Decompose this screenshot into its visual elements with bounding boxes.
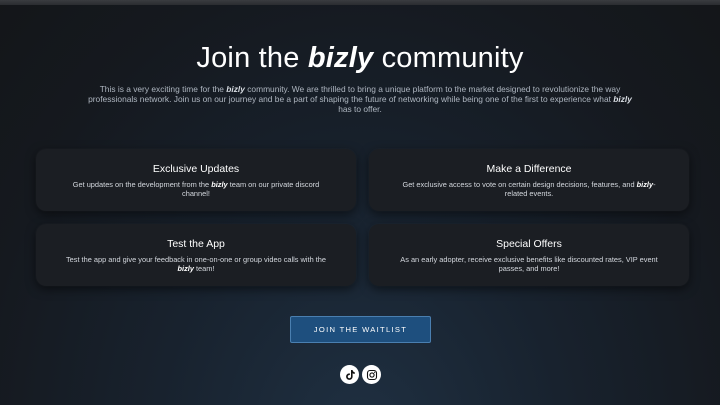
card-title: Make a Difference [486,163,572,175]
card-description: Get updates on the development from the … [72,180,320,198]
intro-paragraph: This is a very exciting time for the biz… [88,84,632,114]
card-title: Test the App [167,238,225,250]
title-text-before: Join the [196,42,300,74]
benefit-card-make-a-difference: Make a Difference Get exclusive access t… [369,149,689,211]
card-title: Exclusive Updates [152,163,240,175]
tiktok-link[interactable] [340,365,359,384]
card-description: As an early adopter, receive exclusive b… [400,255,658,273]
tiktok-icon [345,369,355,380]
brand-name: bizly [307,42,374,74]
card-description: Get exclusive access to vote on certain … [402,180,656,198]
benefit-card-test-the-app: Test the App Test the app and give your … [36,224,356,286]
title-text-after: community [381,42,524,74]
instagram-icon [366,369,377,380]
join-waitlist-button[interactable]: JOIN THE WAITLIST [290,316,431,343]
top-bar [0,0,720,5]
benefit-card-special-offers: Special Offers As an early adopter, rece… [369,224,689,286]
brand-inline: bizly [226,84,245,94]
instagram-link[interactable] [362,365,381,384]
brand-inline: bizly [613,94,632,104]
benefit-card-exclusive-updates: Exclusive Updates Get updates on the dev… [36,149,356,211]
card-title: Special Offers [496,238,562,250]
page-title: Join the bizly community [0,42,720,75]
card-description: Test the app and give your feedback in o… [65,255,327,273]
